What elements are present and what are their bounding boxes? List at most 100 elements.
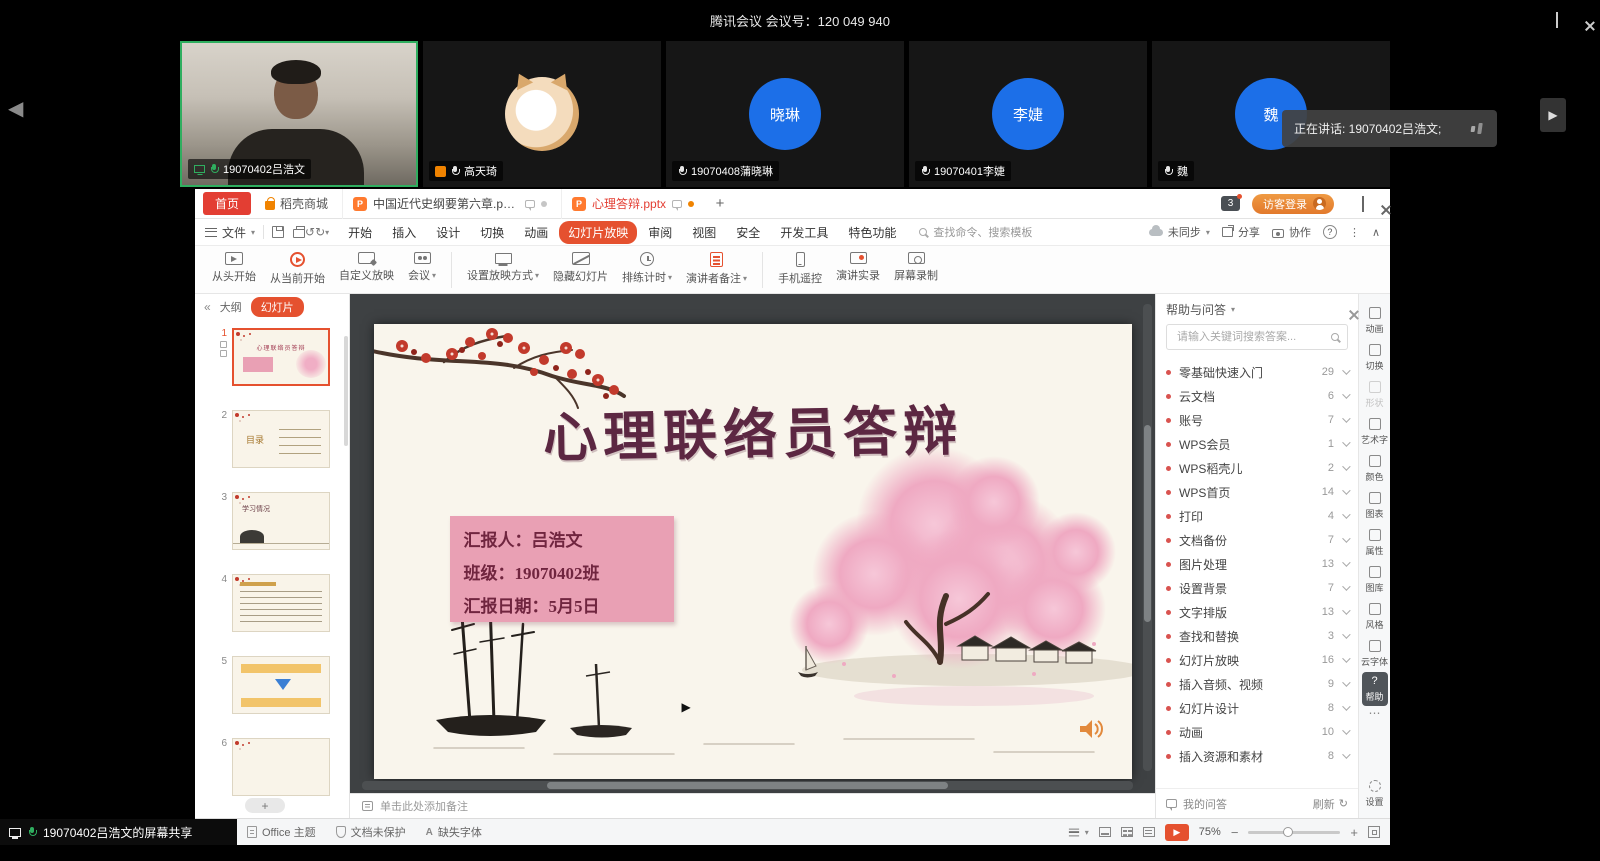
notes-toggle[interactable]: ▾ xyxy=(1068,828,1089,837)
play-from-start-button[interactable]: 从头开始 xyxy=(205,249,263,284)
help-search-box[interactable] xyxy=(1166,324,1348,350)
tab-slides[interactable]: 幻灯片 xyxy=(251,297,304,317)
help-icon[interactable]: ? xyxy=(1323,225,1337,239)
help-topic[interactable]: WPS首页14 xyxy=(1166,480,1348,504)
help-topic[interactable]: 文字排版13 xyxy=(1166,600,1348,624)
rail-shapes[interactable]: 形状 xyxy=(1360,376,1390,413)
slide-thumbnail-4[interactable]: 4 xyxy=(207,574,349,632)
thumbnail-scrollbar[interactable] xyxy=(344,336,348,446)
slide-canvas[interactable]: 心理联络员答辩 汇报人：吕浩文 班级：19070402班 汇报日期：5月5日 ▶ xyxy=(374,324,1132,779)
command-search[interactable]: 查找命令、搜索模板 xyxy=(919,224,1032,240)
missing-fonts-status[interactable]: A 缺失字体 xyxy=(426,824,482,840)
tab-outline[interactable]: 大纲 xyxy=(220,299,242,315)
video-tile[interactable]: 高天琦 xyxy=(423,41,661,187)
help-topic[interactable]: 文档备份7 xyxy=(1166,528,1348,552)
undo-icon[interactable]: ↺ xyxy=(305,225,315,239)
audio-speaker-icon[interactable] xyxy=(1078,718,1104,743)
print-icon[interactable] xyxy=(293,229,305,238)
rail-animation[interactable]: 动画 xyxy=(1360,302,1390,339)
speaker-notes-button[interactable]: 演讲者备注▾ xyxy=(679,249,754,286)
rail-properties[interactable]: 属性 xyxy=(1360,524,1390,561)
more-menu-icon[interactable]: ⋮ xyxy=(1349,226,1360,239)
notes-bar[interactable]: 单击此处添加备注 xyxy=(350,793,1155,818)
share-button[interactable]: 分享 xyxy=(1222,224,1260,240)
slide-info-box[interactable]: 汇报人：吕浩文 班级：19070402班 汇报日期：5月5日 xyxy=(450,516,674,622)
rail-more-icon[interactable]: ⋯ xyxy=(1369,706,1381,722)
notification-badge[interactable]: 3 xyxy=(1221,196,1240,211)
slideshow-play-button[interactable]: ▶ xyxy=(1165,824,1189,841)
video-tile-speaker[interactable]: 19070402吕浩文 xyxy=(180,41,418,187)
help-search-input[interactable] xyxy=(1175,330,1325,344)
vertical-scrollbar[interactable] xyxy=(1143,304,1152,771)
scroll-left-arrow-icon[interactable]: ◀ xyxy=(8,96,23,121)
menu-insert[interactable]: 插入 xyxy=(383,221,425,244)
doc-tab-active[interactable]: P 心理答辩.pptx xyxy=(561,189,704,219)
tab-store[interactable]: 稻壳商城 xyxy=(255,195,338,212)
maximize-button[interactable] xyxy=(1556,13,1558,27)
rail-wordart[interactable]: 艺术字 xyxy=(1360,413,1390,450)
help-topic[interactable]: 打印4 xyxy=(1166,504,1348,528)
play-from-current-button[interactable]: 从当前开始 xyxy=(263,249,332,286)
screen-record-button[interactable]: 屏幕录制 xyxy=(887,249,945,283)
normal-view-icon[interactable] xyxy=(1099,827,1111,837)
lecture-record-button[interactable]: 演讲实录 xyxy=(829,249,887,283)
menu-features[interactable]: 特色功能 xyxy=(839,221,905,244)
help-topic[interactable]: 设置背景7 xyxy=(1166,576,1348,600)
reading-view-icon[interactable] xyxy=(1143,827,1155,837)
sync-status[interactable]: 未同步 ▾ xyxy=(1149,224,1210,240)
quickbar-dropdown-icon[interactable]: ▾ xyxy=(325,228,329,237)
menu-transition[interactable]: 切换 xyxy=(471,221,513,244)
slide-thumbnail-5[interactable]: 5 xyxy=(207,656,349,714)
help-topic[interactable]: 插入音频、视频9 xyxy=(1166,672,1348,696)
rail-cloudfont[interactable]: 云字体 xyxy=(1360,635,1390,672)
help-topic[interactable]: 零基础快速入门29 xyxy=(1166,360,1348,384)
fit-screen-icon[interactable] xyxy=(1368,826,1380,838)
rail-gallery[interactable]: 图库 xyxy=(1360,561,1390,598)
help-topic[interactable]: 幻灯片设计8 xyxy=(1166,696,1348,720)
new-slide-button[interactable]: + xyxy=(245,798,285,813)
menu-security[interactable]: 安全 xyxy=(727,221,769,244)
help-topic[interactable]: 图片处理13 xyxy=(1166,552,1348,576)
video-tile[interactable]: 李婕 19070401李婕 xyxy=(909,41,1147,187)
horizontal-scrollbar[interactable] xyxy=(362,781,1133,790)
file-menu[interactable]: 文件 ▾ xyxy=(205,224,255,241)
slide-canvas-area[interactable]: 心理联络员答辩 汇报人：吕浩文 班级：19070402班 汇报日期：5月5日 ▶ xyxy=(350,294,1155,793)
zoom-in-button[interactable]: + xyxy=(1350,825,1358,840)
help-topic[interactable]: 账号7 xyxy=(1166,408,1348,432)
slide-thumbnail-2[interactable]: 2 目录 xyxy=(207,410,349,468)
help-topic[interactable]: 查找和替换3 xyxy=(1166,624,1348,648)
collapse-ribbon-icon[interactable]: ∧ xyxy=(1372,226,1380,239)
menu-start[interactable]: 开始 xyxy=(339,221,381,244)
help-topic[interactable]: 动画10 xyxy=(1166,720,1348,744)
menu-review[interactable]: 审阅 xyxy=(639,221,681,244)
zoom-slider[interactable] xyxy=(1248,831,1340,834)
wps-maximize-button[interactable] xyxy=(1362,197,1364,211)
menu-devtools[interactable]: 开发工具 xyxy=(771,221,837,244)
collab-button[interactable]: 协作 xyxy=(1272,224,1311,240)
tab-home[interactable]: 首页 xyxy=(203,192,251,215)
menu-animation[interactable]: 动画 xyxy=(515,221,557,244)
menu-view[interactable]: 视图 xyxy=(683,221,725,244)
scroll-right-arrow-icon[interactable]: ▶ xyxy=(1540,98,1566,132)
slideshow-setup-button[interactable]: 设置放映方式▾ xyxy=(460,249,546,283)
hide-slide-button[interactable]: 隐藏幻灯片 xyxy=(546,249,615,284)
help-topic[interactable]: 幻灯片放映16 xyxy=(1166,648,1348,672)
help-topic[interactable]: 插入资源和素材8 xyxy=(1166,744,1348,768)
help-dropdown-icon[interactable]: ▾ xyxy=(1231,305,1235,314)
help-topic[interactable]: WPS稻壳儿2 xyxy=(1166,456,1348,480)
collapse-panel-icon[interactable]: « xyxy=(204,300,211,314)
help-topic[interactable]: WPS会员1 xyxy=(1166,432,1348,456)
my-questions-link[interactable]: 我的问答 xyxy=(1183,796,1227,812)
custom-show-button[interactable]: 自定义放映 xyxy=(332,249,401,283)
rehearse-timing-button[interactable]: 排练计时▾ xyxy=(615,249,679,285)
rail-settings[interactable]: 设置 xyxy=(1360,775,1390,812)
new-tab-button[interactable]: + xyxy=(708,195,732,212)
protect-status[interactable]: 文档未保护 xyxy=(336,824,406,840)
guest-login-button[interactable]: 访客登录 xyxy=(1252,194,1334,214)
menu-design[interactable]: 设计 xyxy=(427,221,469,244)
slide-thumbnail-3[interactable]: 3 学习情况 xyxy=(207,492,349,550)
meeting-button[interactable]: 会议▾ xyxy=(401,249,443,283)
sorter-view-icon[interactable] xyxy=(1121,827,1133,837)
menu-slideshow[interactable]: 幻灯片放映 xyxy=(559,221,637,244)
save-icon[interactable] xyxy=(272,226,284,238)
